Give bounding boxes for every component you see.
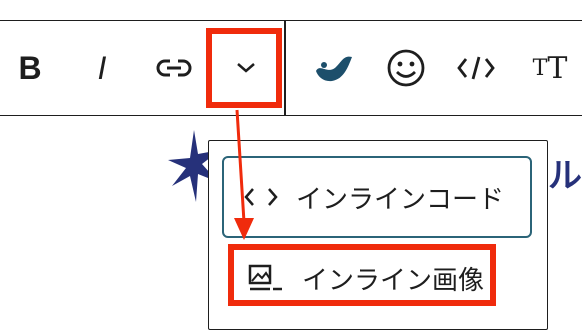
text-format-icon-large: T [547, 50, 568, 86]
italic-button[interactable]: I [74, 21, 130, 115]
annotation-highlight-image [228, 244, 496, 306]
ruby-button[interactable] [306, 21, 362, 115]
code-button[interactable] [448, 21, 504, 115]
menu-item-label: インラインコード [296, 184, 505, 215]
text-format-button[interactable]: TT [522, 21, 578, 115]
heading-fragment: ル [548, 156, 582, 196]
bold-icon: B [18, 49, 42, 86]
emoji-button[interactable] [378, 21, 434, 115]
ruby-icon [316, 56, 352, 82]
inline-code-icon [244, 185, 278, 209]
link-button[interactable] [146, 21, 202, 115]
annotation-highlight-more [206, 28, 282, 108]
link-icon [156, 59, 192, 77]
text-format-icon-small: T [532, 55, 548, 81]
italic-icon: I [97, 49, 107, 86]
menu-item-inline-code[interactable]: インラインコード [222, 156, 532, 238]
bold-button[interactable]: B [2, 21, 58, 115]
format-toolbar: B I TT [0, 20, 582, 116]
toolbar-divider [284, 21, 286, 115]
emoji-icon [387, 49, 425, 87]
code-icon [457, 56, 495, 80]
